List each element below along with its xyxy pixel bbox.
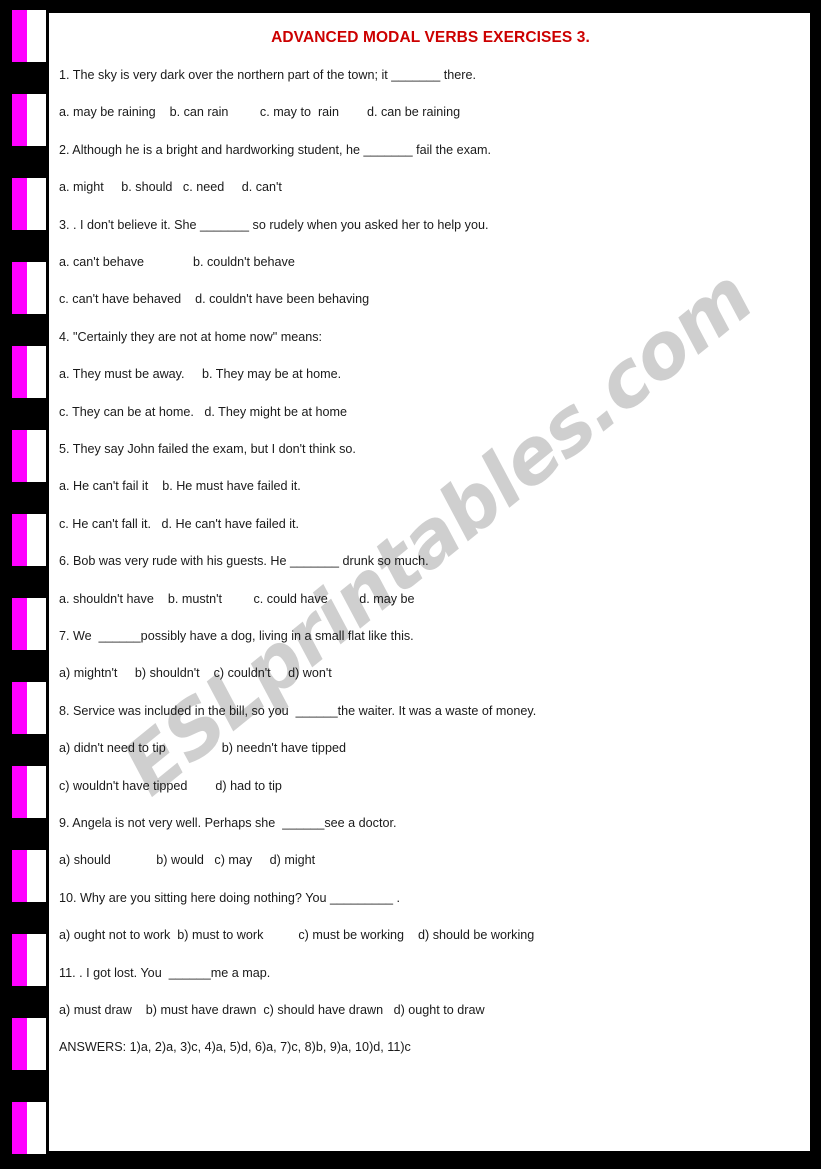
question-line: 7. We ______possibly have a dog, living … bbox=[59, 629, 414, 643]
strip-block-white bbox=[27, 10, 46, 62]
question-line: 8. Service was included in the bill, so … bbox=[59, 703, 537, 718]
strip-block-magenta bbox=[12, 682, 27, 734]
strip-block bbox=[12, 514, 46, 566]
strip-block-white bbox=[27, 178, 46, 230]
question-line: 10. Why are you sitting here doing nothi… bbox=[59, 890, 400, 905]
strip-block bbox=[12, 598, 46, 650]
page-title: ADVANCED MODAL VERBS EXERCISES 3. bbox=[271, 29, 590, 46]
strip-block-white bbox=[27, 598, 46, 650]
strip-block-white bbox=[27, 1018, 46, 1070]
options-line: c) wouldn't have tipped d) had to tip bbox=[59, 778, 282, 793]
question-line: 3. . I don't believe it. She _______ so … bbox=[59, 217, 489, 232]
strip-block-white bbox=[27, 430, 46, 482]
strip-block bbox=[12, 10, 46, 62]
options-line: a. shouldn't have b. mustn't c. could ha… bbox=[59, 591, 415, 606]
strip-block bbox=[12, 262, 46, 314]
options-line: a) ought not to work b) must to work c) … bbox=[59, 928, 535, 943]
options-line: c. They can be at home. d. They might be… bbox=[59, 404, 347, 419]
strip-block-white bbox=[27, 934, 46, 986]
options-line: a) mightn't b) shouldn't c) couldn't d) … bbox=[59, 666, 332, 681]
strip-block-white bbox=[27, 850, 46, 902]
strip-block bbox=[12, 850, 46, 902]
strip-block-white bbox=[27, 514, 46, 566]
strip-block-magenta bbox=[12, 514, 27, 566]
strip-block-white bbox=[27, 346, 46, 398]
worksheet-page: ESLprintables.com ADVANCED MODAL VERBS E… bbox=[48, 12, 811, 1152]
strip-block-magenta bbox=[12, 766, 27, 818]
question-line: 4. "Certainly they are not at home now" … bbox=[59, 329, 323, 344]
strip-block bbox=[12, 1018, 46, 1070]
options-line: a) should b) would c) may d) might bbox=[59, 853, 316, 868]
options-line: a. can't behave b. couldn't behave bbox=[59, 255, 295, 269]
strip-block-white bbox=[27, 682, 46, 734]
options-line: a. may be raining b. can rain c. may to … bbox=[59, 105, 461, 120]
question-line: 9. Angela is not very well. Perhaps she … bbox=[59, 816, 397, 830]
strip-block-magenta bbox=[12, 346, 27, 398]
strip-block-magenta bbox=[12, 178, 27, 230]
worksheet-content: ADVANCED MODAL VERBS EXERCISES 3. 1. The… bbox=[49, 13, 810, 1151]
strip-block-magenta bbox=[12, 10, 27, 62]
strip-block-magenta bbox=[12, 850, 27, 902]
strip-block bbox=[12, 430, 46, 482]
strip-block-white bbox=[27, 1102, 46, 1154]
strip-block-magenta bbox=[12, 598, 27, 650]
strip-block-magenta bbox=[12, 262, 27, 314]
strip-block-white bbox=[27, 766, 46, 818]
question-line: 6. Bob was very rude with his guests. He… bbox=[59, 554, 429, 569]
strip-block-white bbox=[27, 262, 46, 314]
strip-block-white bbox=[27, 94, 46, 146]
options-line: c. can't have behaved d. couldn't have b… bbox=[59, 292, 370, 307]
strip-block bbox=[12, 178, 46, 230]
strip-block bbox=[12, 766, 46, 818]
strip-block-magenta bbox=[12, 1102, 27, 1154]
question-line: 11. . I got lost. You ______me a map. bbox=[59, 965, 271, 980]
answers-line: ANSWERS: 1)a, 2)a, 3)c, 4)a, 5)d, 6)a, 7… bbox=[59, 1040, 411, 1055]
strip-block-magenta bbox=[12, 1018, 27, 1070]
strip-block bbox=[12, 346, 46, 398]
question-line: 2. Although he is a bright and hardworki… bbox=[59, 142, 491, 157]
strip-block-magenta bbox=[12, 94, 27, 146]
question-line: 5. They say John failed the exam, but I … bbox=[59, 442, 356, 456]
options-line: c. He can't fall it. d. He can't have fa… bbox=[59, 516, 300, 531]
strip-block-magenta bbox=[12, 934, 27, 986]
strip-block bbox=[12, 934, 46, 986]
strip-block bbox=[12, 682, 46, 734]
options-line: a. might b. should c. need d. can't bbox=[59, 180, 282, 195]
question-line: 1. The sky is very dark over the norther… bbox=[59, 68, 476, 82]
options-line: a. They must be away. b. They may be at … bbox=[59, 367, 342, 382]
strip-block-magenta bbox=[12, 430, 27, 482]
strip-block bbox=[12, 1102, 46, 1154]
options-line: a. He can't fail it b. He must have fail… bbox=[59, 479, 301, 494]
strip-block bbox=[12, 94, 46, 146]
options-line: a) didn't need to tip b) needn't have ti… bbox=[59, 741, 346, 756]
decorative-left-strip bbox=[0, 0, 48, 1169]
options-line: a) must draw b) must have drawn c) shoul… bbox=[59, 1003, 485, 1017]
